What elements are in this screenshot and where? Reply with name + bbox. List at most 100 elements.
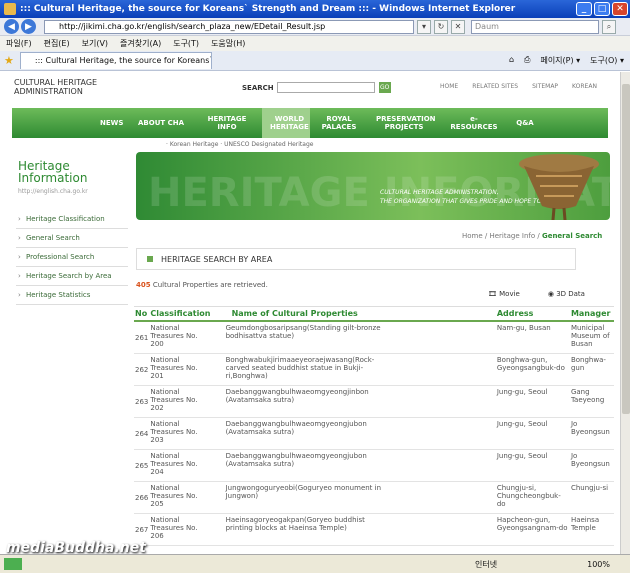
site-search-go-button[interactable]: GO [378, 82, 391, 93]
sidebar-item-general-search[interactable]: General Search [16, 229, 128, 248]
nav-about-cha[interactable]: ABOUT CHA [130, 119, 192, 127]
sidebar-item-professional-search[interactable]: Professional Search [16, 248, 128, 267]
col-manager: Manager [569, 306, 614, 322]
breadcrumb-heritage-info[interactable]: Heritage Info [489, 232, 535, 240]
print-icon[interactable]: ⎙ [524, 55, 530, 66]
menu-file[interactable]: 파일(F) [6, 38, 32, 49]
command-bar: ⌂ ⎙ 페이지(P) ▾ 도구(O) ▾ [499, 55, 630, 66]
link-korean[interactable]: KOREAN [572, 83, 597, 90]
refresh-icon[interactable]: ↻ [434, 19, 448, 34]
tab-row: ★ ::: Cultural Heritage, the source for … [0, 51, 630, 71]
ie-icon [4, 3, 16, 15]
top-links: HOME RELATED SITES SITEMAP KOREAN [440, 83, 611, 90]
table-header-row: No Classification Name of Cultural Prope… [134, 306, 614, 322]
status-zone: 인터넷 [475, 559, 498, 569]
sidebar-item-statistics[interactable]: Heritage Statistics [16, 286, 128, 305]
status-bar: 인터넷 100% [0, 554, 630, 573]
search-icon[interactable]: ⌕ [602, 19, 616, 34]
site-search: SEARCH GO [242, 82, 391, 93]
address-toolbar: ◀ ▶ http://jikimi.cha.go.kr/english/sear… [0, 18, 630, 36]
movie-link[interactable]: 🎞 Movie [488, 290, 534, 298]
site-logo[interactable]: CULTURAL HERITAGE ADMINISTRATION [14, 78, 97, 96]
bullet-icon [147, 256, 153, 262]
menu-help[interactable]: 도움말(H) [211, 38, 245, 49]
search-input[interactable]: Daum [471, 19, 599, 34]
browser-tab[interactable]: ::: Cultural Heritage, the source for Ko… [19, 52, 212, 69]
breadcrumb: Home / Heritage Info / General Search [462, 232, 603, 240]
forward-button[interactable]: ▶ [21, 19, 36, 34]
table-row[interactable]: 262 National Treasures No. 201 Bonghwabu… [134, 353, 614, 386]
scrollbar-thumb[interactable] [622, 84, 630, 414]
property-name-link[interactable]: Geumdongbosaripsang(Standing gilt-bronze… [211, 321, 496, 354]
hero-banner: HERITAGE INFORMATION CULTURAL HERITAGE A… [136, 152, 610, 220]
media-links: 🎞 Movie ◉ 3D Data [488, 290, 613, 298]
nav-qa[interactable]: Q&A [508, 119, 542, 127]
table-row[interactable]: 264 National Treasures No. 203 Daebanggw… [134, 417, 614, 450]
3d-data-link[interactable]: ◉ 3D Data [548, 290, 599, 298]
back-button[interactable]: ◀ [4, 19, 19, 34]
nav-world-heritage[interactable]: WORLD HERITAGE [262, 108, 310, 138]
table-row[interactable]: 265 National Treasures No. 204 Daebanggw… [134, 449, 614, 482]
property-name-link[interactable]: Bonghwabukjirimaaeyeoraejwasang(Rock-car… [211, 353, 496, 386]
sidebar-menu: Heritage Classification General Search P… [16, 210, 128, 305]
window-title: ::: Cultural Heritage, the source for Ko… [20, 4, 516, 14]
section-title-box: HERITAGE SEARCH BY AREA [136, 248, 576, 270]
nav-preservation-projects[interactable]: PRESERVATION PROJECTS [368, 115, 440, 131]
stop-icon[interactable]: ✕ [451, 19, 465, 34]
property-name-link[interactable]: Haeinsagoryeogakpan(Goryeo buddhist prin… [211, 513, 496, 546]
zoom-level[interactable]: 100% [587, 560, 610, 569]
minimize-button[interactable]: _ [576, 2, 592, 16]
menu-edit[interactable]: 편집(E) [44, 38, 70, 49]
favorites-star-icon[interactable]: ★ [4, 54, 14, 67]
nav-royal-palaces[interactable]: ROYAL PALACES [310, 115, 368, 131]
tools-menu[interactable]: 도구(O) ▾ [590, 55, 624, 66]
result-count: 405 Cultural Properties are retrieved. [136, 281, 268, 289]
breadcrumb-home[interactable]: Home [462, 232, 483, 240]
dropdown-icon[interactable]: ▾ [417, 19, 431, 34]
status-done-icon [4, 558, 22, 570]
vertical-scrollbar[interactable] [620, 72, 630, 554]
site-search-label: SEARCH [242, 83, 274, 92]
basket-icon [519, 154, 599, 220]
result-count-text: Cultural Properties are retrieved. [150, 281, 268, 289]
menu-tools[interactable]: 도구(T) [173, 38, 199, 49]
link-sitemap[interactable]: SITEMAP [532, 83, 558, 90]
sidebar-url: http://english.cha.go.kr [18, 188, 88, 195]
result-count-number: 405 [136, 281, 151, 289]
menu-view[interactable]: 보기(V) [82, 38, 108, 49]
property-name-link[interactable]: Jungwongoguryeobi(Goguryeo monument in J… [211, 481, 496, 514]
breadcrumb-current: General Search [541, 232, 603, 240]
table-row[interactable]: 266 National Treasures No. 205 Jungwongo… [134, 481, 614, 514]
property-name-link[interactable]: Daebanggwangbulhwaeomgyeongjinbon (Avata… [211, 385, 496, 418]
home-icon[interactable]: ⌂ [509, 55, 514, 66]
sidebar-item-heritage-classification[interactable]: Heritage Classification [16, 210, 128, 229]
nav-news[interactable]: NEWS [92, 119, 130, 127]
property-name-link[interactable]: Daebanggwangbulhwaeomgyeongjubon (Avatam… [211, 449, 496, 482]
sidebar-item-search-by-area[interactable]: Heritage Search by Area [16, 267, 128, 286]
page-menu[interactable]: 페이지(P) ▾ [540, 55, 580, 66]
menu-bar: 파일(F) 편집(E) 보기(V) 즐겨찾기(A) 도구(T) 도움말(H) [0, 36, 630, 51]
maximize-button[interactable]: □ [594, 2, 610, 16]
table-row[interactable]: 261 National Treasures No. 200 Geumdongb… [134, 321, 614, 354]
section-title: HERITAGE SEARCH BY AREA [161, 254, 273, 264]
site-search-input[interactable] [276, 82, 375, 93]
results-table: No Classification Name of Cultural Prope… [134, 306, 614, 546]
global-nav: NEWS ABOUT CHA HERITAGE INFO WORLD HERIT… [12, 108, 608, 138]
link-related-sites[interactable]: RELATED SITES [472, 83, 518, 90]
table-row[interactable]: 263 National Treasures No. 202 Daebanggw… [134, 385, 614, 418]
col-name: Name of Cultural Properties [211, 306, 496, 322]
property-name-link[interactable]: Daebanggwangbulhwaeomgyeongjubon (Avatam… [211, 417, 496, 450]
sidebar-title: Heritage Information [18, 159, 88, 185]
address-input[interactable]: http://jikimi.cha.go.kr/english/search_p… [44, 19, 414, 34]
link-home[interactable]: HOME [440, 83, 458, 90]
col-address: Address [495, 306, 570, 322]
nav-heritage-info[interactable]: HERITAGE INFO [192, 115, 262, 131]
close-button[interactable]: ✕ [612, 2, 628, 16]
window-titlebar: ::: Cultural Heritage, the source for Ko… [0, 0, 630, 18]
nav-e-resources[interactable]: e-RESOURCES [440, 115, 508, 131]
table-row[interactable]: 267 National Treasures No. 206 Haeinsago… [134, 513, 614, 546]
col-classification: Classification [149, 306, 212, 322]
sub-nav[interactable]: · Korean Heritage · UNESCO Designated He… [166, 141, 313, 148]
col-no: No [134, 306, 150, 322]
menu-favorites[interactable]: 즐겨찾기(A) [120, 38, 161, 49]
